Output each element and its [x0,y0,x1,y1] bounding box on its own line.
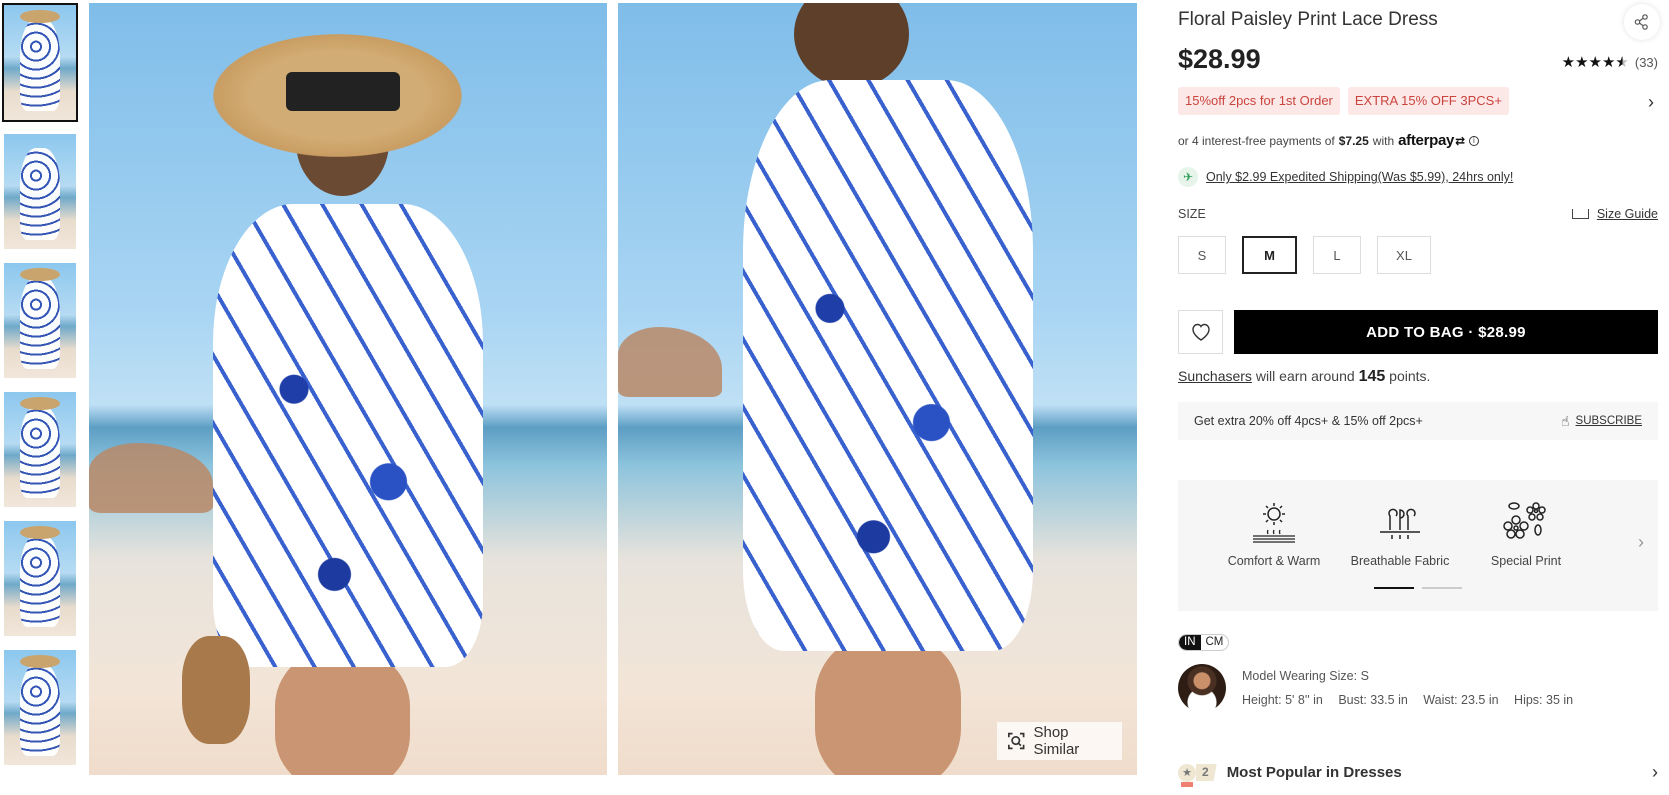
features-next-chevron-icon[interactable]: › [1638,532,1644,553]
size-label: SIZE [1178,207,1206,221]
product-image-front[interactable] [89,3,607,775]
afterpay-with: with [1372,133,1395,148]
unit-toggle: IN CM [1178,634,1230,651]
promo-tag-extra-off[interactable]: EXTRA 15% OFF 3PCS+ [1347,87,1509,115]
add-to-bag-button[interactable]: ADD TO BAG · $28.99 [1234,310,1658,354]
feature-label: Special Print [1490,554,1562,568]
afterpay-amount: $7.25 [1338,133,1369,148]
points-amount: 145 [1358,368,1386,385]
feature-label: Breathable Fabric [1350,554,1450,568]
thumbnail-1[interactable] [2,3,78,122]
thumbnail-3[interactable] [2,261,78,380]
product-title: Floral Paisley Print Lace Dress [1178,9,1438,30]
most-popular-link[interactable]: ★ 2 Most Popular in Dresses › [1178,762,1658,787]
subscribe-banner: Get extra 20% off 4pcs+ & 15% off 2pcs+ … [1178,402,1658,440]
thumbnail-6[interactable] [2,648,78,767]
promo-tags: 15%off 2pcs for 1st Order EXTRA 15% OFF … [1178,87,1509,115]
size-guide-label: Size Guide [1596,207,1658,221]
visual-search-icon [1008,732,1025,750]
share-button[interactable] [1624,4,1660,40]
points-info: Sunchasers will earn around 145 points. [1178,368,1430,386]
model-wearing-size: Model Wearing Size: S [1242,669,1369,683]
product-price: $28.99 [1178,44,1261,74]
most-popular-label: Most Popular in Dresses [1226,764,1402,781]
review-count: (33) [1634,54,1658,70]
carousel-dot-2[interactable] [1422,587,1462,589]
afterpay-info: or 4 interest-free payments of $7.25 wit… [1178,132,1479,149]
size-option-m[interactable]: M [1242,236,1297,274]
points-suffix: points. [1389,368,1431,384]
model-avatar [1178,664,1226,712]
unit-option-cm[interactable]: CM [1201,635,1229,650]
carousel-pagination [1374,587,1462,589]
size-option-l[interactable]: L [1313,236,1361,274]
size-option-xl[interactable]: XL [1377,236,1431,274]
rank-badge: ★ 2 [1178,763,1217,787]
shop-similar-label: Shop Similar [1033,724,1080,758]
afterpay-logo: afterpay [1398,132,1455,149]
model-bust: Bust: 33.5 in [1338,693,1408,707]
model-height: Height: 5' 8'' in [1242,693,1323,707]
flower-print-icon [1503,502,1546,539]
medal-star-icon: ★ [1178,763,1196,787]
promos-chevron-right-icon[interactable]: › [1648,92,1654,113]
airplane-icon: ✈ [1178,167,1198,187]
thumbnail-4[interactable] [2,390,78,509]
afterpay-prefix: or 4 interest-free payments of [1178,133,1335,148]
promo-tag-first-order[interactable]: 15%off 2pcs for 1st Order [1178,87,1340,115]
size-option-s[interactable]: S [1178,236,1226,274]
product-info-panel: Floral Paisley Print Lace Dress $28.99 ★… [1178,0,1660,795]
unit-option-in[interactable]: IN [1179,635,1201,650]
shop-similar-button[interactable]: Shop Similar [997,722,1122,760]
size-guide-link[interactable]: Size Guide [1571,207,1658,221]
feature-carousel: Comfort & Warm Breathable Fabric Special… [1178,480,1658,611]
ruler-icon [1571,209,1589,219]
model-info: Model Wearing Size: S Height: 5' 8'' in … [1178,664,1585,712]
points-middle: will earn around [1255,368,1355,384]
wishlist-button[interactable] [1178,310,1223,354]
star-rating-icon: ★★★★★ [1561,54,1629,71]
thumbnail-2[interactable] [2,132,78,251]
size-options: S M L XL [1178,236,1431,274]
info-icon[interactable]: i [1468,135,1479,146]
model-measurements: Height: 5' 8'' in Bust: 33.5 in Waist: 2… [1242,688,1585,712]
subscribe-text: Get extra 20% off 4pcs+ & 15% off 2pcs+ [1194,414,1423,428]
subscribe-link[interactable]: ☝ SUBSCRIBE [1561,413,1642,430]
carousel-dot-1[interactable] [1374,587,1414,589]
shipping-promo: ✈ Only $2.99 Expedited Shipping(Was $5.9… [1178,167,1513,187]
subscribe-label: SUBSCRIBE [1575,415,1642,427]
model-hips: Hips: 35 in [1514,693,1574,707]
model-waist: Waist: 23.5 in [1423,693,1499,707]
thumbnail-5[interactable] [2,519,78,638]
afterpay-logo-icon: ⇄ [1455,133,1465,148]
heart-icon [1191,323,1210,341]
sunchasers-link[interactable]: Sunchasers [1178,368,1252,384]
rating[interactable]: ★★★★★ (33) [1562,53,1658,71]
sun-warm-icon [1253,503,1295,543]
feature-label: Comfort & Warm [1227,554,1321,568]
product-image-back[interactable]: Shop Similar [618,3,1137,775]
chevron-right-icon: › [1652,762,1658,782]
share-icon [1634,14,1648,30]
feature-item: Special Print [1466,500,1586,568]
breathable-icon [1380,508,1420,539]
shipping-link[interactable]: Only $2.99 Expedited Shipping(Was $5.99)… [1206,170,1513,184]
feature-item: Comfort & Warm [1214,500,1334,568]
feature-item: Breathable Fabric [1340,500,1460,568]
rank-number: 2 [1196,764,1217,781]
hand-click-icon: ☝ [1561,412,1570,429]
